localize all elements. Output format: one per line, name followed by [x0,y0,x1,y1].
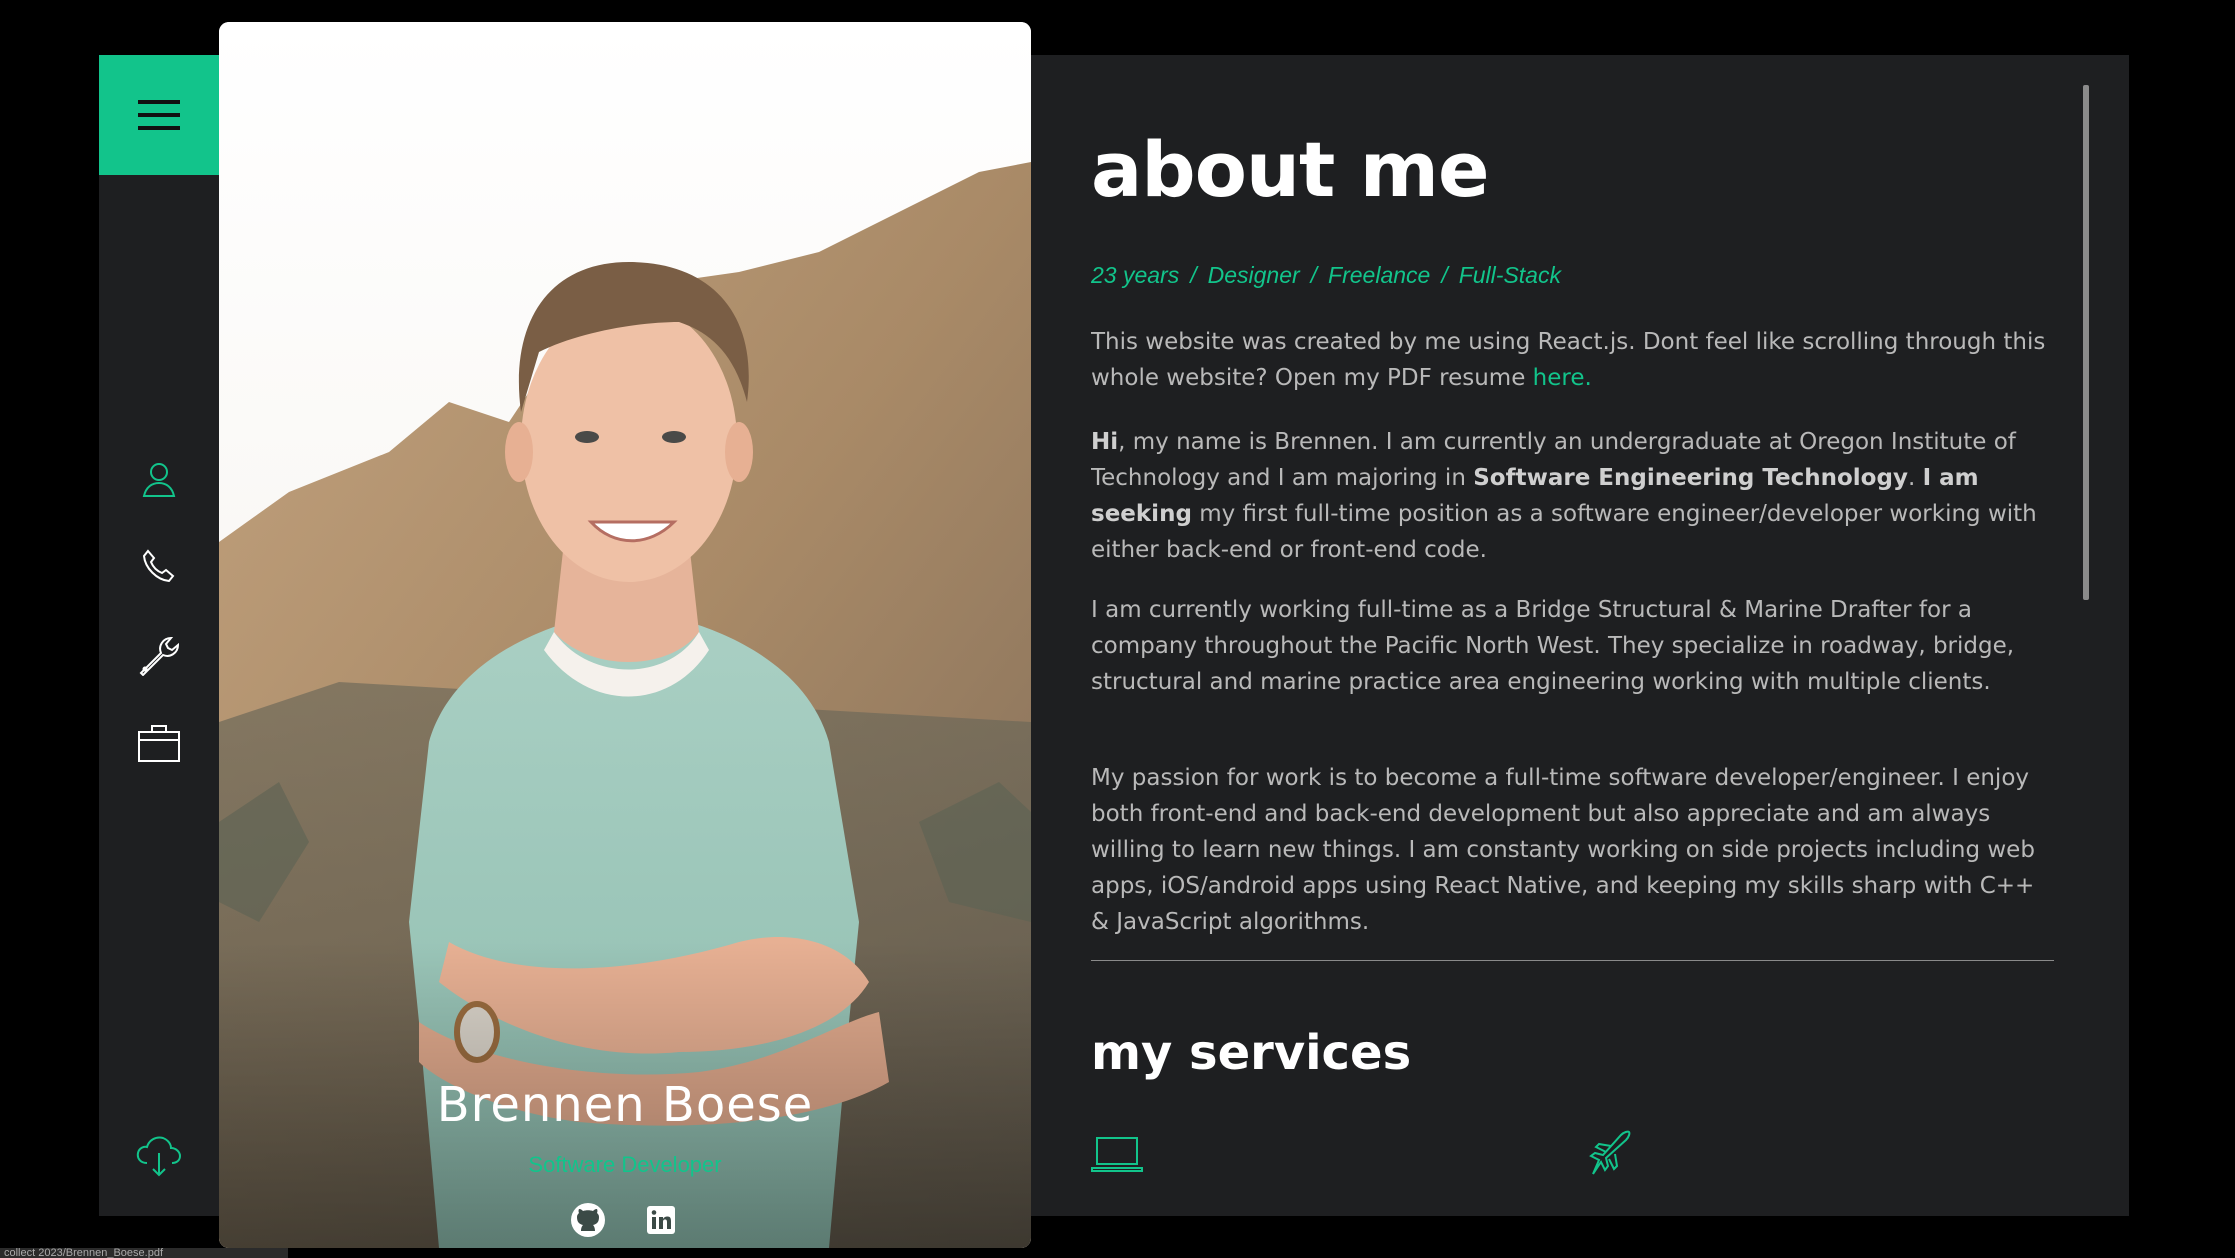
section-divider [1091,960,2054,961]
services-title: my services [1091,1025,1412,1081]
briefcase-icon [138,725,180,762]
nav-contact-button[interactable] [135,543,183,591]
linkedin-icon [647,1206,675,1234]
tag-separator: / [1190,262,1197,288]
profile-role: Software Developer [528,1152,722,1177]
hi-text-2: . [1907,465,1923,491]
user-icon [142,463,176,497]
profile-name: Brennen Boese [436,1077,814,1133]
about-paragraph-intro: This website was created by me using Rea… [1091,324,2055,396]
scrollbar[interactable] [2083,85,2089,600]
major-bold: Software Engineering Technology [1473,465,1908,491]
nav-about-button[interactable] [135,455,183,503]
wrench-icon [139,636,180,676]
phone-icon [142,549,175,583]
sidebar [99,55,219,1216]
resume-link[interactable]: here. [1533,365,1592,391]
github-icon [571,1203,605,1237]
tag-separator: / [1310,262,1318,288]
laptop-icon [1091,1137,1143,1172]
tag-freelance: Freelance [1328,262,1431,288]
linkedin-link[interactable] [641,1200,681,1240]
github-link[interactable] [568,1200,608,1240]
profile-photo [219,22,1031,1248]
tag-separator: / [1441,262,1448,288]
cloud-download-icon [136,1136,182,1177]
about-paragraph-passion: My passion for work is to become a full-… [1091,765,2035,935]
about-paragraph-work: I am currently working full-time as a Br… [1091,597,2015,695]
menu-button[interactable] [99,55,219,175]
hamburger-menu-icon [138,100,180,130]
download-resume-button[interactable] [135,1131,183,1179]
hi-text-3: my first full-time position as a softwar… [1091,501,2037,563]
tag-age: 23 years [1091,262,1180,288]
nav-portfolio-button[interactable] [135,719,183,767]
hi-bold: Hi [1091,429,1119,455]
jet-icon [1589,1130,1631,1175]
about-tags: 23 years / Designer / Freelance / Full-Stack [1091,262,1561,289]
about-title: about me [1091,125,1490,214]
status-bar: collect 2023/Brennen_Boese.pdf [0,1248,288,1258]
profile-card: Brennen Boese Software Developer [219,22,1031,1248]
tag-fullstack: Full-Stack [1458,262,1561,288]
about-paragraph-hi: Hi, my name is Brennen. I am currently a… [1091,424,2055,568]
about-section: about me 23 years / Designer / Freelance / Ful… [1091,100,2055,1216]
tag-designer: Designer [1207,262,1300,288]
nav-skills-button[interactable] [135,631,183,679]
